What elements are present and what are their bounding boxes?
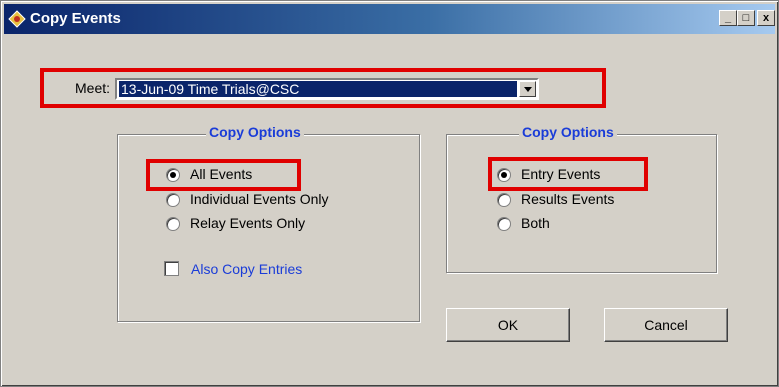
- radio-label: Individual Events Only: [190, 191, 329, 207]
- minimize-button[interactable]: _: [719, 10, 737, 26]
- meet-highlight-box: [40, 68, 606, 108]
- app-icon: [8, 10, 26, 28]
- window-title: Copy Events: [30, 10, 121, 27]
- radio-label: Both: [521, 215, 550, 231]
- also-copy-entries-checkbox[interactable]: [164, 261, 179, 276]
- radio-button[interactable]: [166, 217, 180, 231]
- cancel-button[interactable]: Cancel: [604, 308, 728, 342]
- radio-button[interactable]: [166, 193, 180, 207]
- radio-label: Results Events: [521, 191, 615, 207]
- also-copy-entries-label[interactable]: Also Copy Entries: [191, 261, 302, 277]
- entry-events-highlight-box: [488, 157, 648, 191]
- radio-button[interactable]: [497, 193, 511, 207]
- all-events-highlight-box: [146, 159, 301, 191]
- close-button[interactable]: x: [757, 10, 775, 26]
- ok-button[interactable]: OK: [446, 308, 570, 342]
- copy-options-title-left: Copy Options: [206, 124, 304, 140]
- radio-label: Relay Events Only: [190, 215, 306, 231]
- maximize-button[interactable]: □: [737, 10, 755, 26]
- title-bar[interactable]: Copy Events _ □ x: [4, 4, 775, 34]
- copy-options-title-right: Copy Options: [519, 124, 617, 140]
- radio-button[interactable]: [497, 217, 511, 231]
